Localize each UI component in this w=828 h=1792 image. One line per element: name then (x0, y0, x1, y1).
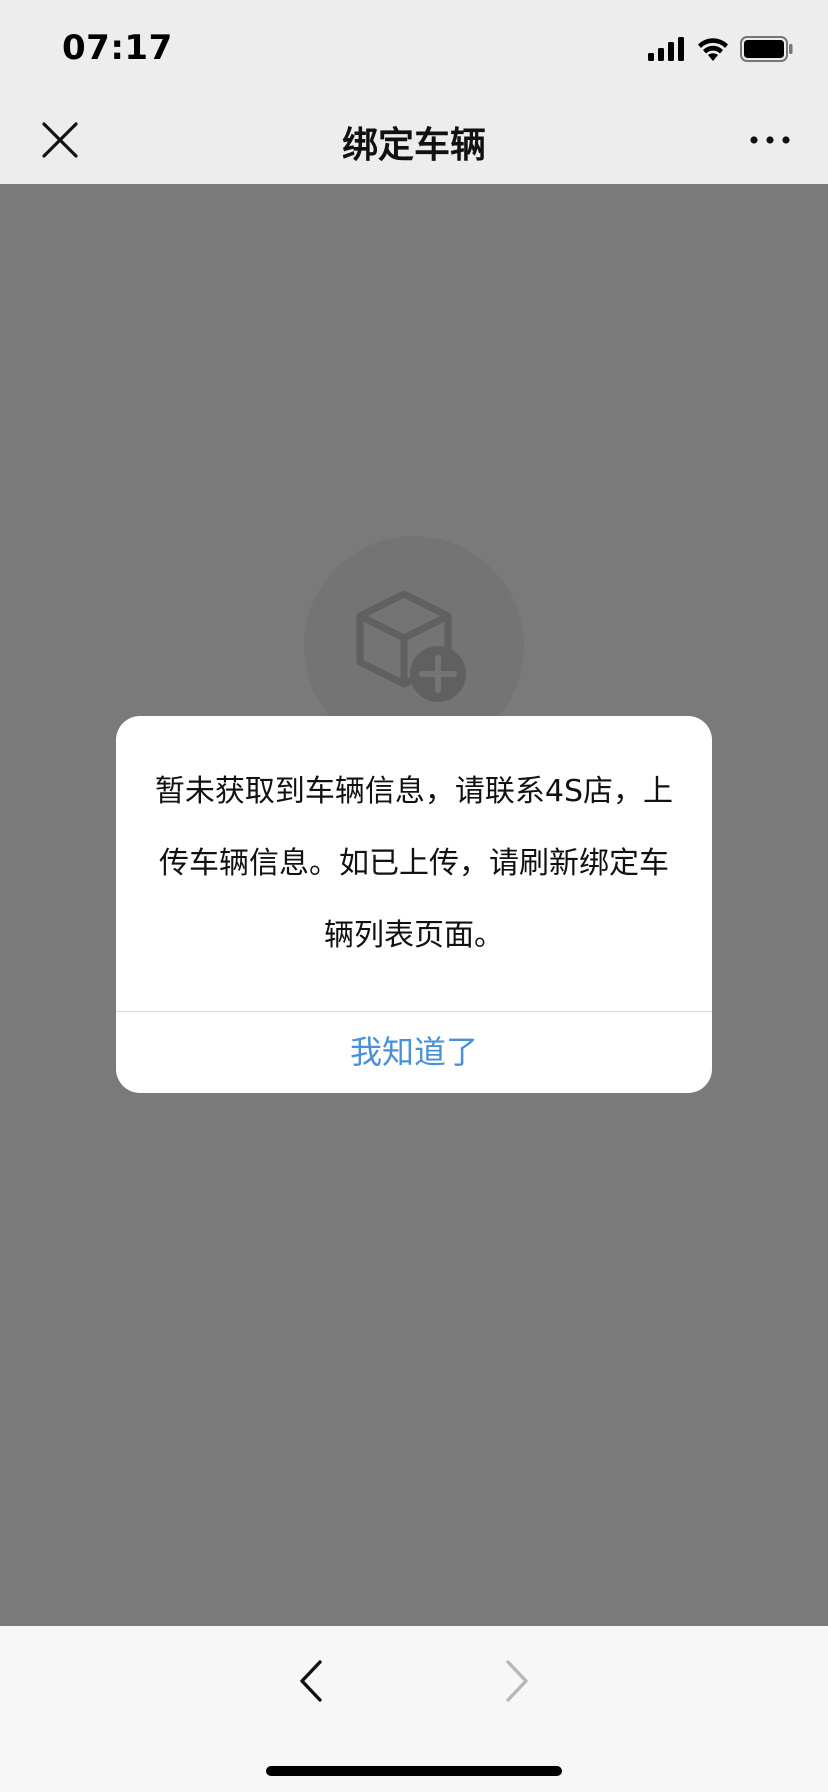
status-icons (648, 34, 794, 64)
wifi-icon (698, 38, 728, 61)
confirm-button[interactable]: 我知道了 (116, 1012, 712, 1093)
dialog-message: 暂未获取到车辆信息，请联系4S店，上传车辆信息。如已上传，请刷新绑定车辆列表页面… (154, 774, 674, 953)
chevron-right-icon[interactable] (494, 1656, 538, 1706)
home-indicator (266, 1766, 562, 1776)
screen: 07:17 绑定车辆 暂未获取到车辆信息，请联系4S店，上传车辆信息。如已上传，… (0, 0, 828, 1792)
battery-icon (740, 36, 793, 62)
status-time: 07:17 (62, 28, 173, 68)
bottom-toolbar (0, 1626, 828, 1792)
signal-icon (648, 37, 684, 61)
alert-dialog: 暂未获取到车辆信息，请联系4S店，上传车辆信息。如已上传，请刷新绑定车辆列表页面… (116, 716, 712, 1093)
page-title: 绑定车辆 (341, 125, 486, 166)
more-icon[interactable] (748, 124, 792, 156)
status-bar: 07:17 (0, 0, 828, 96)
nav-bar: 绑定车辆 (0, 96, 828, 184)
chevron-left-icon[interactable] (290, 1656, 334, 1706)
